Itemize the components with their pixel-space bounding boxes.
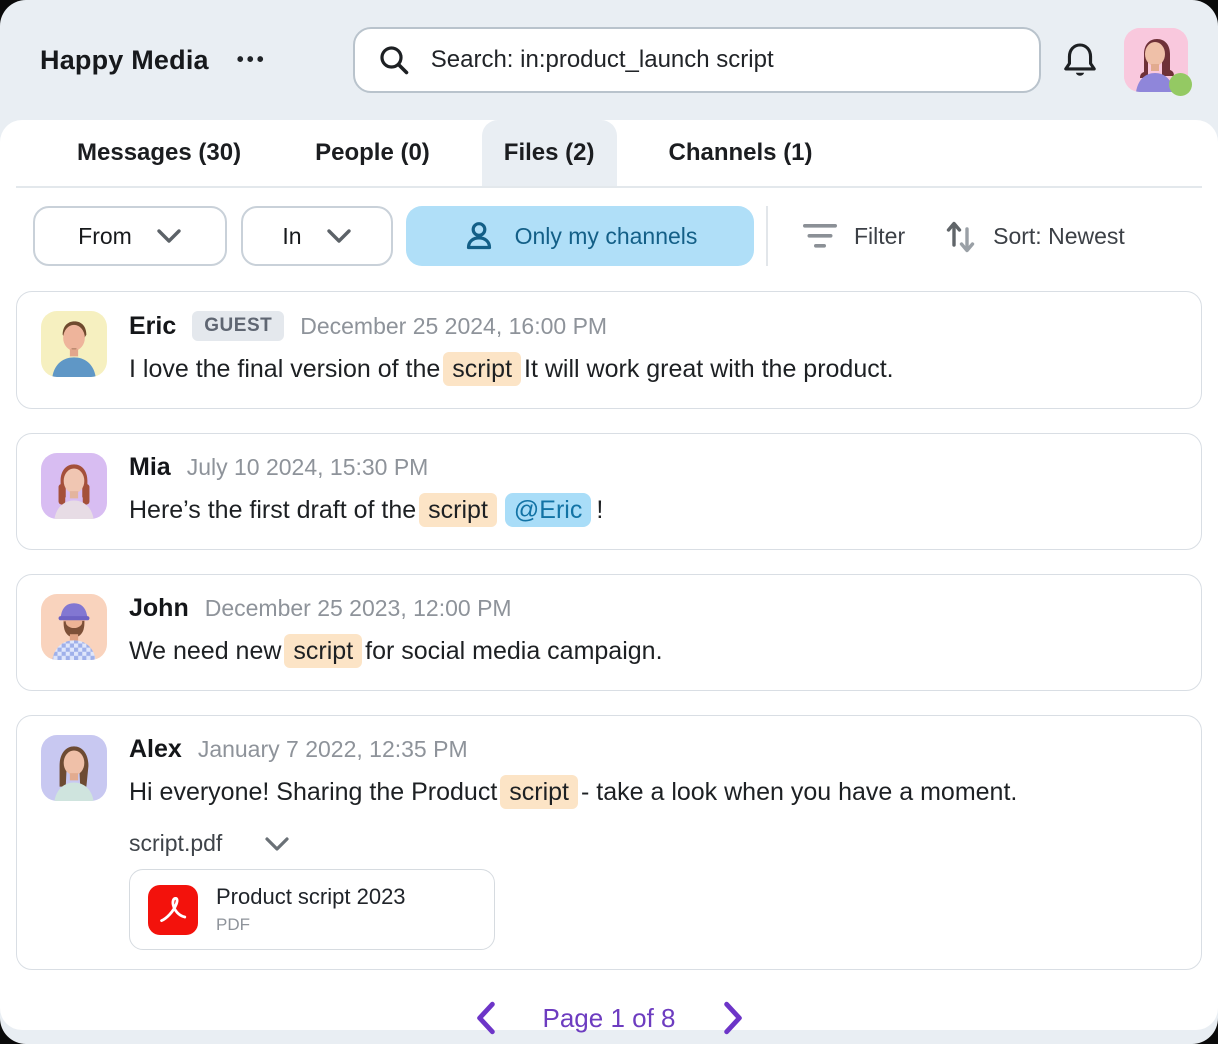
pdf-icon xyxy=(148,885,198,935)
from-dropdown[interactable]: From xyxy=(33,206,227,266)
previous-page-button[interactable] xyxy=(471,1000,501,1036)
message-text: Hi everyone! Sharing the Productscript- … xyxy=(129,772,1177,812)
app-window: Happy Media ••• xyxy=(0,0,1218,1044)
filter-label: Filter xyxy=(854,223,905,250)
next-page-button[interactable] xyxy=(718,1000,748,1036)
only-my-channels-label: Only my channels xyxy=(515,223,698,250)
filterbar-divider xyxy=(766,206,768,266)
online-status-dot xyxy=(1169,73,1192,96)
keyword-highlight: script xyxy=(419,493,497,527)
chevron-down-icon xyxy=(326,228,352,244)
text-part: I love the final version of the xyxy=(129,355,440,383)
message-timestamp: December 25 2023, 12:00 PM xyxy=(205,595,512,622)
search-input[interactable] xyxy=(429,45,1017,75)
workspace-name: Happy Media xyxy=(40,45,209,76)
text-part: - take a look when you have a moment. xyxy=(581,778,1017,806)
chevron-right-icon xyxy=(718,1000,748,1036)
only-my-channels-toggle[interactable]: Only my channels xyxy=(406,206,754,266)
result-tabs: Messages (30) People (0) Files (2) Chann… xyxy=(0,120,1218,186)
eric-avatar xyxy=(41,311,107,377)
mention-chip[interactable]: @Eric xyxy=(505,493,591,527)
message-card-alex[interactable]: Alex January 7 2022, 12:35 PM Hi everyon… xyxy=(16,715,1202,970)
sender-name: Eric xyxy=(129,312,176,341)
sort-arrows-icon xyxy=(943,217,977,255)
tab-messages[interactable]: Messages (30) xyxy=(55,120,263,186)
search-icon xyxy=(377,43,411,77)
message-timestamp: July 10 2024, 15:30 PM xyxy=(187,454,429,481)
john-avatar xyxy=(41,594,107,660)
attachment-toggle[interactable]: script.pdf xyxy=(129,830,1177,857)
message-card-mia[interactable]: Mia July 10 2024, 15:30 PM Here’s the fi… xyxy=(16,433,1202,550)
notifications-button[interactable] xyxy=(1062,40,1098,80)
message-timestamp: January 7 2022, 12:35 PM xyxy=(198,736,468,763)
bell-icon xyxy=(1062,40,1098,80)
in-dropdown[interactable]: In xyxy=(241,206,393,266)
message-card-john[interactable]: John December 25 2023, 12:00 PM We need … xyxy=(16,574,1202,691)
guest-badge: GUEST xyxy=(192,311,284,341)
text-part: ! xyxy=(596,496,603,524)
person-icon xyxy=(463,220,495,252)
sender-name: Alex xyxy=(129,735,182,764)
from-dropdown-label: From xyxy=(78,223,132,250)
message-text: Here’s the first draft of thescript@Eric… xyxy=(129,490,1177,530)
message-card-eric[interactable]: Eric GUEST December 25 2024, 16:00 PM I … xyxy=(16,291,1202,409)
message-timestamp: December 25 2024, 16:00 PM xyxy=(300,313,607,340)
results-list: Eric GUEST December 25 2024, 16:00 PM I … xyxy=(0,291,1218,970)
sender-name: Mia xyxy=(129,453,171,482)
text-part: It will work great with the product. xyxy=(524,355,894,383)
file-attachment-card[interactable]: Product script 2023 PDF xyxy=(129,869,495,950)
search-results-panel: Messages (30) People (0) Files (2) Chann… xyxy=(0,120,1218,1030)
chevron-down-icon xyxy=(156,228,182,244)
keyword-highlight: script xyxy=(443,352,521,386)
top-bar: Happy Media ••• xyxy=(0,0,1218,120)
message-text: I love the final version of thescriptIt … xyxy=(129,349,1177,389)
sort-button[interactable]: Sort: Newest xyxy=(943,217,1125,255)
filter-button[interactable]: Filter xyxy=(802,221,905,251)
sender-name: John xyxy=(129,594,189,623)
filter-lines-icon xyxy=(802,221,838,251)
in-dropdown-label: In xyxy=(282,223,301,250)
chevron-left-icon xyxy=(471,1000,501,1036)
text-part: Hi everyone! Sharing the Product xyxy=(129,778,497,806)
sort-label: Sort: Newest xyxy=(993,223,1125,250)
filter-bar: From In Only my channels xyxy=(33,206,1202,266)
chevron-down-icon xyxy=(264,836,290,852)
more-menu-icon[interactable]: ••• xyxy=(237,49,267,72)
tabs-divider xyxy=(16,186,1202,188)
text-part: We need new xyxy=(129,637,281,665)
page-indicator: Page 1 of 8 xyxy=(543,1003,676,1034)
attachment-filename: script.pdf xyxy=(129,830,222,857)
tab-people[interactable]: People (0) xyxy=(293,120,452,186)
alex-avatar xyxy=(41,735,107,801)
user-avatar[interactable] xyxy=(1124,28,1188,92)
message-text: We need newscriptfor social media campai… xyxy=(129,631,1177,671)
text-part: for social media campaign. xyxy=(365,637,662,665)
pagination: Page 1 of 8 xyxy=(0,1000,1218,1036)
keyword-highlight: script xyxy=(500,775,578,809)
tab-channels[interactable]: Channels (1) xyxy=(647,120,835,186)
file-title: Product script 2023 xyxy=(216,884,406,910)
text-part: Here’s the first draft of the xyxy=(129,496,416,524)
mia-avatar xyxy=(41,453,107,519)
tab-files[interactable]: Files (2) xyxy=(482,120,617,186)
file-type: PDF xyxy=(216,915,406,935)
keyword-highlight: script xyxy=(284,634,362,668)
search-box[interactable] xyxy=(353,27,1041,93)
